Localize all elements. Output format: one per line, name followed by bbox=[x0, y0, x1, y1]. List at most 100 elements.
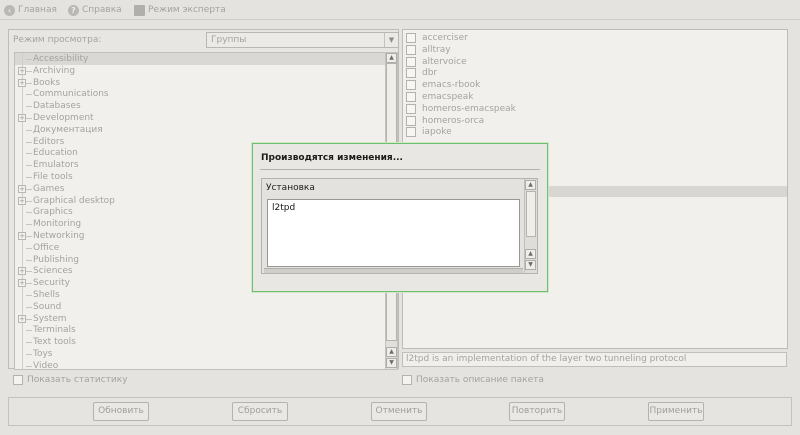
package-row[interactable]: alltray bbox=[403, 44, 787, 56]
package-name: dbr bbox=[422, 68, 438, 79]
tree-item[interactable]: Sound bbox=[15, 300, 385, 313]
expand-icon[interactable]: + bbox=[18, 184, 26, 193]
tree-line bbox=[22, 289, 23, 301]
tree-item-label: Video bbox=[33, 360, 59, 370]
tree-item[interactable]: Communications bbox=[15, 88, 385, 101]
expand-icon[interactable]: + bbox=[18, 279, 26, 288]
package-checkbox[interactable] bbox=[406, 115, 416, 126]
tree-item[interactable]: + Books bbox=[15, 76, 385, 89]
tree-line bbox=[22, 336, 23, 349]
tree-connector bbox=[26, 165, 32, 167]
home-icon: ‹ bbox=[4, 4, 15, 16]
tree-item-label: Monitoring bbox=[33, 219, 82, 230]
expand-icon[interactable]: + bbox=[18, 232, 26, 240]
tree-item-label: Editors bbox=[33, 136, 65, 147]
expand-icon[interactable]: + bbox=[18, 267, 26, 276]
expert-mode-icon bbox=[134, 4, 145, 16]
package-row[interactable]: iapoke bbox=[403, 126, 787, 138]
tree-line bbox=[22, 171, 23, 183]
tree-item-label: File tools bbox=[33, 172, 73, 182]
tree-item[interactable]: Databases bbox=[15, 100, 385, 113]
tree-connector bbox=[26, 188, 32, 190]
tree-connector bbox=[26, 295, 32, 296]
tree-item[interactable]: Accessibility bbox=[15, 53, 385, 65]
package-checkbox[interactable] bbox=[406, 56, 416, 67]
operation-title: Установка bbox=[266, 183, 315, 193]
tree-item-label: Publishing bbox=[33, 254, 79, 265]
tree-connector bbox=[26, 283, 32, 285]
home-button[interactable]: ‹ Главная bbox=[4, 3, 57, 17]
tree-line bbox=[22, 300, 23, 313]
package-checkbox[interactable] bbox=[406, 33, 416, 43]
expert-mode-label: Режим эксперта bbox=[148, 5, 226, 15]
update-button[interactable]: Обновить bbox=[93, 402, 149, 421]
redo-button[interactable]: Повторить bbox=[509, 402, 565, 421]
package-checkbox[interactable] bbox=[406, 127, 416, 138]
package-checkbox[interactable] bbox=[406, 103, 416, 114]
package-name: homeros-orca bbox=[422, 115, 485, 126]
expand-icon[interactable]: + bbox=[18, 314, 26, 323]
tree-connector bbox=[26, 224, 32, 226]
package-checkbox[interactable] bbox=[406, 80, 416, 91]
package-row[interactable]: altervoice bbox=[403, 56, 787, 68]
package-row[interactable]: emacs-rbook bbox=[403, 79, 787, 91]
view-mode-select[interactable]: Группы ▼ bbox=[206, 32, 399, 48]
dialog-scrollbar[interactable]: ▲ ▲ ▼ bbox=[524, 179, 537, 273]
scroll-up-icon[interactable]: ▲ bbox=[386, 53, 397, 63]
expand-icon[interactable]: + bbox=[18, 196, 26, 205]
chevron-down-icon[interactable]: ▼ bbox=[384, 33, 398, 47]
tree-line bbox=[22, 241, 23, 254]
tree-connector bbox=[26, 59, 32, 60]
tree-item[interactable]: Video bbox=[15, 359, 385, 370]
horizontal-scrollbar[interactable] bbox=[264, 268, 523, 273]
tree-item[interactable]: + System bbox=[15, 312, 385, 325]
expand-icon[interactable]: + bbox=[18, 66, 26, 75]
tree-item-label: Terminals bbox=[33, 325, 76, 336]
package-row[interactable]: homeros-orca bbox=[403, 115, 787, 127]
tree-connector bbox=[26, 318, 32, 320]
tree-connector bbox=[26, 70, 32, 72]
tree-item[interactable]: + Archiving bbox=[15, 64, 385, 77]
package-checkbox[interactable] bbox=[406, 68, 416, 79]
package-row[interactable]: emacspeak bbox=[403, 91, 787, 103]
checkbox-box[interactable] bbox=[402, 375, 412, 385]
package-row[interactable]: accerciser bbox=[403, 32, 787, 44]
tree-item-label: Security bbox=[33, 278, 70, 289]
package-name: emacs-rbook bbox=[422, 80, 481, 91]
tree-item[interactable]: Text tools bbox=[15, 336, 385, 349]
tree-item-label: Shells bbox=[33, 290, 60, 300]
tree-connector bbox=[26, 129, 32, 131]
tree-line bbox=[22, 147, 23, 160]
show-stats-checkbox[interactable]: Показать статистику bbox=[13, 375, 128, 385]
expert-mode-button[interactable]: Режим эксперта bbox=[134, 3, 226, 17]
package-row[interactable]: dbr bbox=[403, 67, 787, 79]
reset-button[interactable]: Сбросить bbox=[232, 402, 288, 421]
help-button[interactable]: ? Справка bbox=[68, 3, 122, 17]
tree-connector bbox=[26, 177, 32, 178]
apply-button[interactable]: Применить bbox=[648, 402, 704, 421]
scroll-thumb[interactable] bbox=[526, 191, 536, 237]
tree-item[interactable]: Документация bbox=[15, 123, 385, 136]
scroll-up-icon[interactable]: ▲ bbox=[525, 249, 536, 259]
expand-icon[interactable]: + bbox=[18, 114, 26, 122]
scroll-up-icon[interactable]: ▲ bbox=[525, 180, 536, 190]
package-row[interactable]: homeros-emacspeak bbox=[403, 103, 787, 115]
help-icon: ? bbox=[68, 4, 79, 16]
expand-icon[interactable]: + bbox=[18, 78, 26, 87]
scroll-up-icon[interactable]: ▲ bbox=[386, 347, 397, 357]
package-checkbox[interactable] bbox=[406, 44, 416, 55]
checkbox-box[interactable] bbox=[13, 375, 23, 385]
scroll-down-icon[interactable]: ▼ bbox=[525, 260, 536, 270]
view-mode-label: Режим просмотра: bbox=[13, 35, 102, 45]
package-checkbox[interactable] bbox=[406, 92, 416, 102]
scroll-down-icon[interactable]: ▼ bbox=[386, 358, 397, 368]
show-description-checkbox[interactable]: Показать описание пакета bbox=[402, 375, 544, 385]
tree-item[interactable]: + Development bbox=[15, 112, 385, 124]
tree-item[interactable]: Terminals bbox=[15, 324, 385, 337]
undo-button[interactable]: Отменить bbox=[371, 402, 427, 421]
tree-item-label: Sound bbox=[33, 301, 62, 312]
tree-item[interactable]: Toys bbox=[15, 348, 385, 360]
tree-item-label: Graphics bbox=[33, 207, 73, 218]
package-name: altervoice bbox=[422, 56, 467, 67]
tree-connector bbox=[26, 106, 32, 108]
